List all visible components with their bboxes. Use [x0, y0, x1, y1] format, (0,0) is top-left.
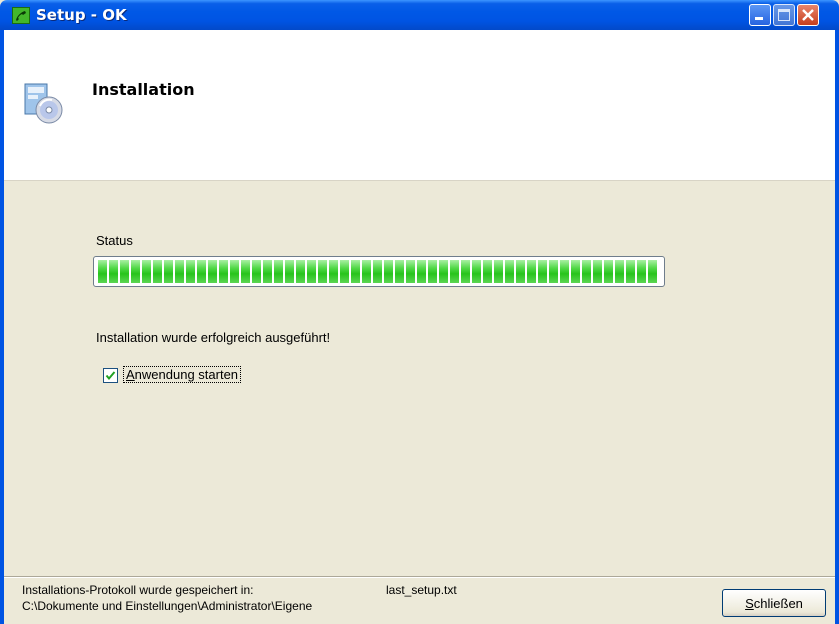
status-label: Status [96, 233, 133, 248]
progress-segment [285, 260, 294, 283]
progress-segment [560, 260, 569, 283]
progress-segment [274, 260, 283, 283]
progress-segment [186, 260, 195, 283]
progress-fill [98, 260, 660, 283]
progress-segment [208, 260, 217, 283]
progress-segment [351, 260, 360, 283]
progress-segment [252, 260, 261, 283]
progress-segment [527, 260, 536, 283]
progress-segment [417, 260, 426, 283]
close-button-accel: S [745, 595, 754, 611]
progress-segment [120, 260, 129, 283]
progress-segment [109, 260, 118, 283]
progress-segment [406, 260, 415, 283]
log-file-name: last_setup.txt [386, 583, 457, 597]
result-message: Installation wurde erfolgreich ausgeführ… [96, 330, 331, 345]
progress-segment [307, 260, 316, 283]
progress-segment [153, 260, 162, 283]
progress-segment [241, 260, 250, 283]
setup-box-cd-icon [22, 80, 66, 129]
progress-bar [93, 256, 665, 287]
progress-segment [175, 260, 184, 283]
page-title: Installation [92, 80, 195, 99]
progress-segment [362, 260, 371, 283]
progress-segment [340, 260, 349, 283]
progress-segment [142, 260, 151, 283]
progress-segment [219, 260, 228, 283]
progress-segment [329, 260, 338, 283]
progress-segment [604, 260, 613, 283]
progress-segment [626, 260, 635, 283]
progress-segment [483, 260, 492, 283]
launch-app-label[interactable]: Anwendung starten [123, 366, 242, 383]
log-file-path: C:\Dokumente und Einstellungen\Administr… [22, 599, 313, 613]
progress-segment [230, 260, 239, 283]
progress-segment [549, 260, 558, 283]
close-button-label: chließen [753, 595, 803, 611]
progress-segment [505, 260, 514, 283]
maximize-button[interactable] [773, 4, 795, 26]
progress-segment [373, 260, 382, 283]
title-bar[interactable]: Setup - OK [0, 0, 839, 30]
progress-segment [395, 260, 404, 283]
progress-segment [439, 260, 448, 283]
progress-segment [648, 260, 657, 283]
progress-segment [428, 260, 437, 283]
progress-segment [615, 260, 624, 283]
progress-segment [582, 260, 591, 283]
close-button[interactable]: Schließen [722, 589, 826, 617]
wizard-header: Installation [4, 30, 835, 181]
progress-segment [461, 260, 470, 283]
close-icon [802, 9, 814, 21]
progress-segment [98, 260, 107, 283]
progress-segment [472, 260, 481, 283]
progress-segment [131, 260, 140, 283]
progress-segment [164, 260, 173, 283]
progress-segment [494, 260, 503, 283]
log-saved-label: Installations-Protokoll wurde gespeicher… [22, 583, 254, 597]
progress-segment [263, 260, 272, 283]
close-window-button[interactable] [797, 4, 819, 26]
progress-segment [450, 260, 459, 283]
window-title: Setup - OK [36, 6, 127, 24]
progress-segment [318, 260, 327, 283]
window-frame-right [835, 30, 839, 624]
footer-divider [4, 576, 835, 578]
progress-segment [296, 260, 305, 283]
progress-segment [384, 260, 393, 283]
green-phone-icon [12, 7, 30, 24]
minimize-button[interactable] [749, 4, 771, 26]
launch-app-checkbox[interactable] [103, 368, 118, 383]
progress-segment [516, 260, 525, 283]
progress-segment [637, 260, 646, 283]
progress-segment [197, 260, 206, 283]
progress-segment [571, 260, 580, 283]
progress-segment [538, 260, 547, 283]
checkmark-icon [105, 371, 116, 381]
progress-segment [593, 260, 602, 283]
